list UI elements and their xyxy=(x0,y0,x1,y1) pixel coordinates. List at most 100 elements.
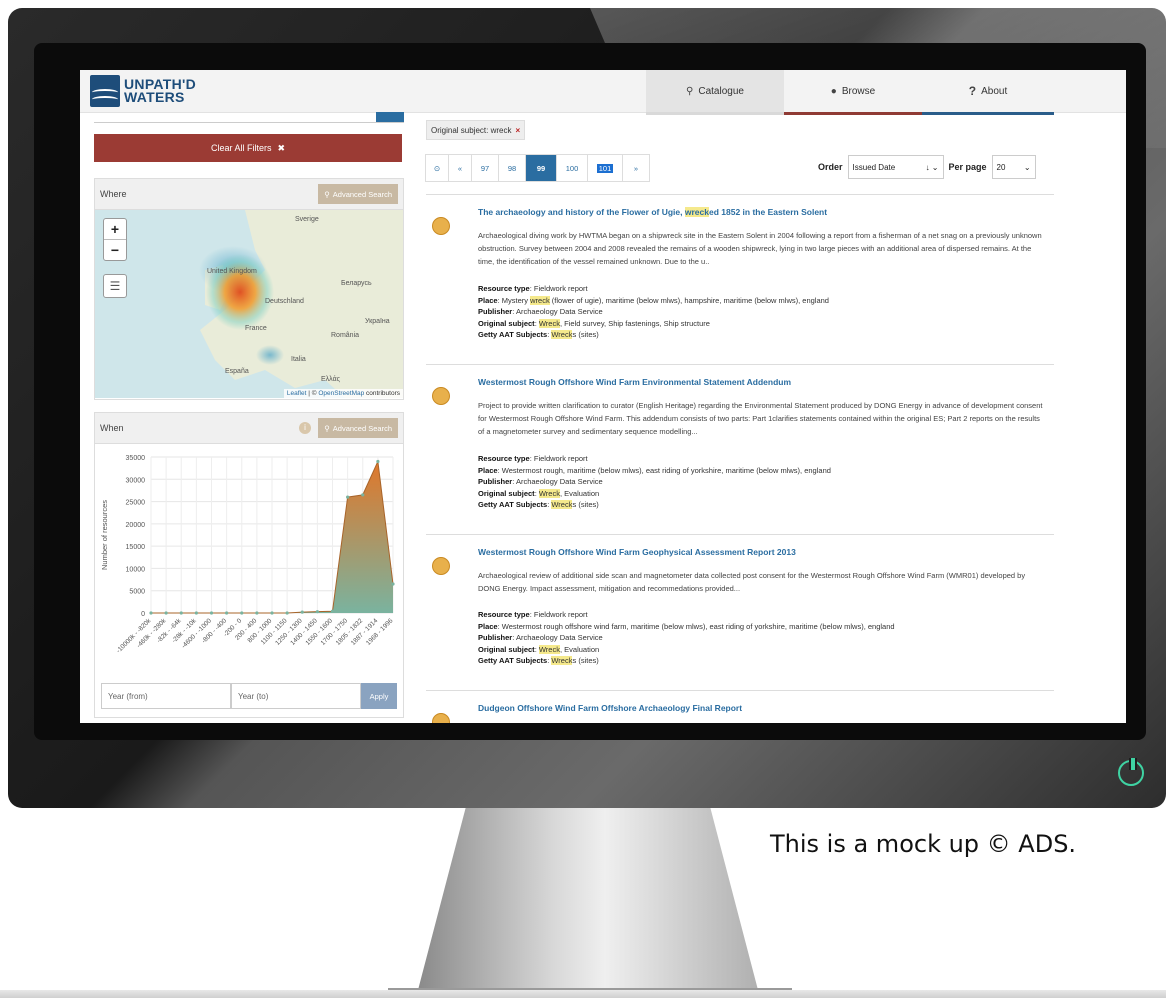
data-point xyxy=(285,611,289,615)
meta-label: Original subject xyxy=(478,644,535,654)
heat-map[interactable]: Sverige United Kingdom Беларусь Deutschl… xyxy=(95,210,403,398)
per-page-value: 20 xyxy=(996,162,1006,172)
when-panel-header: When i ⚲ Advanced Search xyxy=(95,413,403,444)
meta-value: Westermost rough offshore wind farm, mar… xyxy=(501,621,895,631)
meta-label: Original subject xyxy=(478,488,535,498)
meta-highlight: Wreck xyxy=(538,644,560,654)
map-attribution: Leaflet | © OpenStreetMap contributors xyxy=(283,389,403,398)
map-background xyxy=(199,210,403,398)
y-tick-label: 0 xyxy=(141,611,145,618)
page-link[interactable]: 100 xyxy=(556,154,588,182)
nav-catalogue[interactable]: ⚲ Catalogue xyxy=(646,70,784,115)
search-icon: ⚲ xyxy=(686,85,694,97)
question-icon: ? xyxy=(968,84,977,98)
where-panel-header: Where ⚲ Advanced Search xyxy=(95,179,403,210)
meta-publisher: Publisher: Archaeology Data Service xyxy=(478,633,603,642)
data-point xyxy=(330,609,335,613)
info-icon[interactable]: i xyxy=(299,422,311,434)
monitor-stand xyxy=(418,808,758,990)
logo-line-2: WATERS xyxy=(124,89,185,105)
date-histogram-chart[interactable]: 05000100001500020000250003000035000-1000… xyxy=(95,443,403,681)
meta-highlight: wreck xyxy=(530,295,550,305)
keyword-search-field[interactable] xyxy=(94,112,404,123)
result-item: Dudgeon Offshore Wind Farm Offshore Arch… xyxy=(426,690,1054,723)
where-advanced-search-button[interactable]: ⚲ Advanced Search xyxy=(318,184,398,204)
meta-label: Resource type xyxy=(478,454,530,463)
meta-value: Westermost rough, maritime (below mlws),… xyxy=(501,465,831,475)
result-title[interactable]: Westermost Rough Offshore Wind Farm Geop… xyxy=(478,547,796,557)
data-point xyxy=(315,610,319,614)
attribution-suffix: contributors xyxy=(364,390,400,397)
document-icon xyxy=(432,557,450,575)
page-link-active[interactable]: 99 xyxy=(525,154,557,182)
data-point xyxy=(270,611,274,615)
meta-value: s (sites) xyxy=(572,330,599,339)
data-point xyxy=(149,611,153,615)
year-from-input[interactable]: Year (from) xyxy=(101,683,231,709)
order-select[interactable]: Issued Date ↓ ⌄ xyxy=(847,155,944,179)
search-button[interactable] xyxy=(376,112,404,122)
data-point xyxy=(300,610,304,614)
meta-subject: Original subject: Wreck, Field survey, S… xyxy=(478,318,710,328)
apply-button[interactable]: Apply xyxy=(361,683,397,709)
page-link[interactable]: 98 xyxy=(498,154,526,182)
map-label: România xyxy=(331,332,360,339)
layers-icon[interactable]: ☰ xyxy=(103,274,127,298)
result-item: Westermost Rough Offshore Wind Farm Envi… xyxy=(426,364,1054,535)
clear-filters-button[interactable]: Clear All Filters ✖ xyxy=(94,134,402,162)
prev-page-button[interactable]: « xyxy=(448,154,472,182)
nav-about[interactable]: ? About xyxy=(922,70,1054,115)
when-panel: When i ⚲ Advanced Search 0 5000 10000 15000… xyxy=(94,412,404,718)
zoom-control: + − xyxy=(103,218,127,261)
data-point xyxy=(179,611,183,615)
title-part: ed 1852 in the Eastern Solent xyxy=(708,207,828,217)
filter-label: Original subject: wreck xyxy=(431,125,512,135)
per-page-select[interactable]: 20 ⌄ xyxy=(991,155,1036,179)
result-title[interactable]: Westermost Rough Offshore Wind Farm Envi… xyxy=(478,377,791,387)
site-logo[interactable]: UNPATH'D WATERS xyxy=(90,75,196,107)
map-label: Ελλάς xyxy=(321,376,340,383)
meta-label: Publisher xyxy=(478,307,513,316)
map-label: Sverige xyxy=(295,216,319,223)
sort-controls: Order Issued Date ↓ ⌄ Per page 20 ⌄ xyxy=(818,154,1036,180)
meta-subject: Original subject: Wreck, Evaluation xyxy=(478,644,600,654)
meta-place: Place: Mystery wreck (flower of ugie), m… xyxy=(478,295,829,305)
first-page-button[interactable]: ⊙ xyxy=(425,154,449,182)
attribution-separator: | © xyxy=(306,390,319,397)
meta-publisher: Publisher: Archaeology Data Service xyxy=(478,307,603,316)
meta-label: Publisher xyxy=(478,477,513,486)
top-nav-bar: UNPATH'D WATERS ⚲ Catalogue ● Browse ? A… xyxy=(80,70,1126,115)
year-to-input[interactable]: Year (to) xyxy=(231,683,361,709)
result-title[interactable]: Dudgeon Offshore Wind Farm Offshore Arch… xyxy=(478,703,742,713)
map-label: España xyxy=(225,368,249,375)
meta-highlight: Wreck xyxy=(551,330,573,339)
leaflet-link[interactable]: Leaflet xyxy=(287,390,307,397)
page-link[interactable]: 101 xyxy=(587,154,623,182)
chevron-down-icon: ⌄ xyxy=(1023,162,1031,172)
result-title[interactable]: The archaeology and history of the Flowe… xyxy=(478,207,827,217)
meta-value: Fieldwork report xyxy=(533,610,588,619)
meta-value: , Evaluation xyxy=(559,644,600,654)
active-filter-chip[interactable]: Original subject: wreck × xyxy=(426,120,526,140)
page-link[interactable]: 97 xyxy=(471,154,499,182)
meta-label: Resource type xyxy=(478,610,530,619)
meta-highlight: Wreck xyxy=(551,656,573,665)
when-advanced-search-button[interactable]: ⚲ Advanced Search xyxy=(318,418,398,438)
meta-value: , Field survey, Ship fastenings, Ship st… xyxy=(559,318,710,328)
remove-filter-icon[interactable]: × xyxy=(515,126,520,135)
osm-link[interactable]: OpenStreetMap xyxy=(318,390,364,397)
order-value: Issued Date xyxy=(852,162,896,172)
result-metadata: Resource type: Fieldwork report Place: W… xyxy=(478,609,895,667)
y-tick-label: 35000 xyxy=(126,455,146,462)
data-point xyxy=(346,495,350,499)
meta-label: Getty AAT Subjects xyxy=(478,330,548,339)
zoom-out-button[interactable]: − xyxy=(104,240,126,260)
next-page-button[interactable]: » xyxy=(622,154,650,182)
nav-browse[interactable]: ● Browse xyxy=(784,70,922,115)
data-point xyxy=(194,611,198,615)
result-description: Archaeological review of additional side… xyxy=(478,571,1026,593)
page-link-label: 101 xyxy=(596,163,614,173)
title-highlight: wreck xyxy=(684,207,709,217)
map-label: France xyxy=(245,325,267,332)
zoom-in-button[interactable]: + xyxy=(104,219,126,240)
